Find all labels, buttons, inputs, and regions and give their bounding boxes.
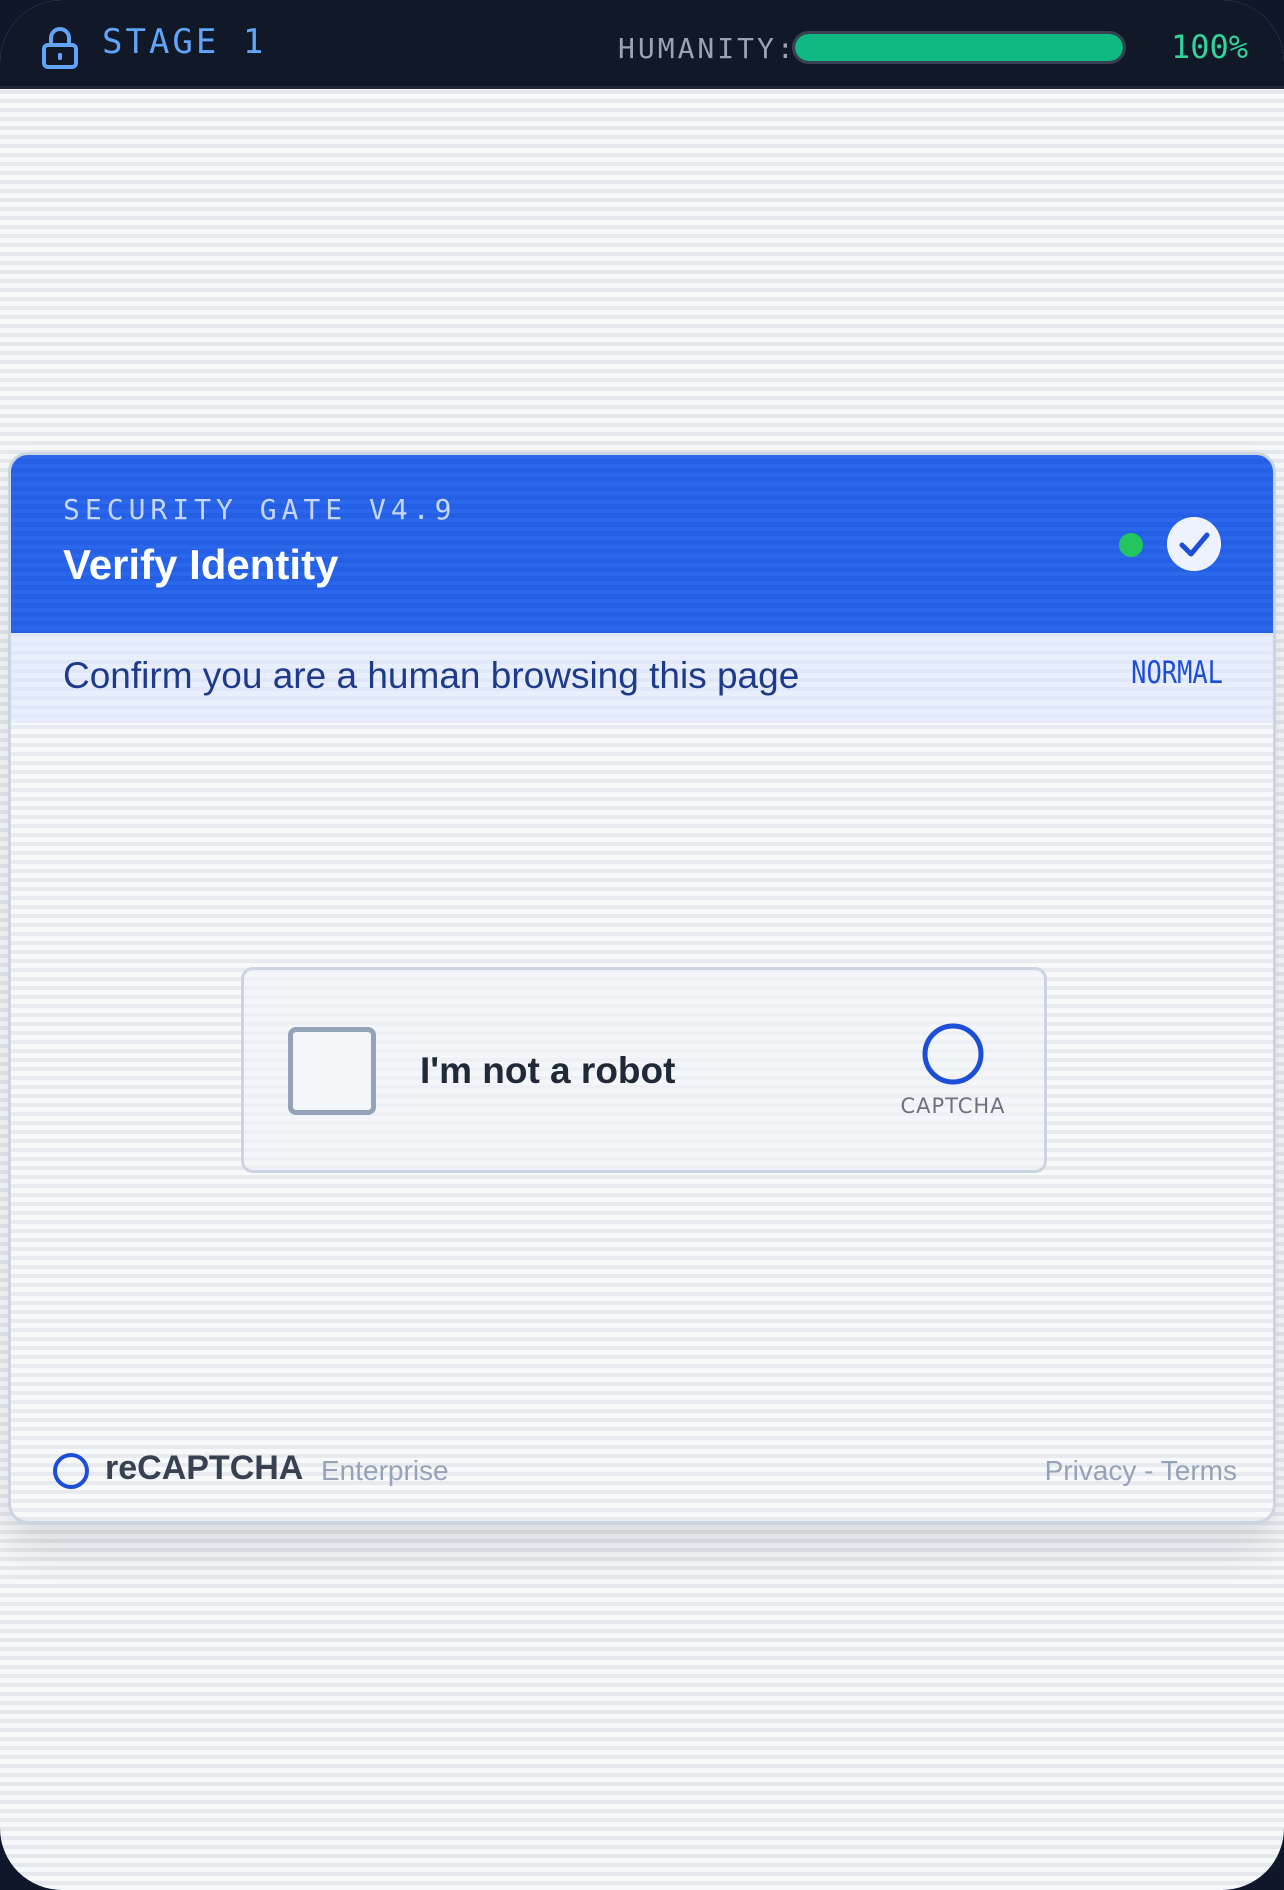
lock-icon [42,27,78,69]
top-status-bar: STAGE 1 HUMANITY: 100% [0,0,1284,89]
card-header: SECURITY GATE V4.9 Verify Identity [11,455,1273,633]
not-robot-checkbox[interactable] [288,1027,376,1115]
security-gate-version: SECURITY GATE V4.9 [63,493,457,526]
captcha-card: SECURITY GATE V4.9 Verify Identity Confi… [8,452,1276,1524]
instruction-bar: Confirm you are a human browsing this pa… [11,633,1273,723]
recaptcha-widget: I'm not a robot CAPTCHA [241,967,1047,1173]
footer-links: Privacy - Terms [1045,1455,1237,1487]
privacy-link[interactable]: Privacy [1045,1455,1137,1486]
humanity-progress-fill [795,34,1123,61]
card-title: Verify Identity [63,541,339,588]
footer-brand: reCAPTCHA [105,1449,304,1487]
instruction-text: Confirm you are a human browsing this pa… [63,655,800,696]
captcha-caption: CAPTCHA [900,1094,1006,1118]
humanity-progress-bar [792,31,1126,64]
check-circle-icon [1167,517,1221,571]
difficulty-badge: NORMAL [1131,655,1223,691]
online-status-dot [1119,533,1143,557]
footer-edition: Enterprise [321,1455,449,1486]
stage-label: STAGE 1 [102,22,267,62]
captcha-logo-icon [922,1023,984,1085]
humanity-value: 100% [1170,28,1248,66]
app-frame: STAGE 1 HUMANITY: 100% SECURITY GATE V4.… [0,0,1284,1890]
not-robot-label: I'm not a robot [420,1050,676,1091]
terms-link[interactable]: Terms [1161,1455,1237,1486]
footer-link-separator: - [1136,1455,1161,1486]
recaptcha-logo-icon [53,1453,89,1489]
humanity-label: HUMANITY: [618,32,797,65]
